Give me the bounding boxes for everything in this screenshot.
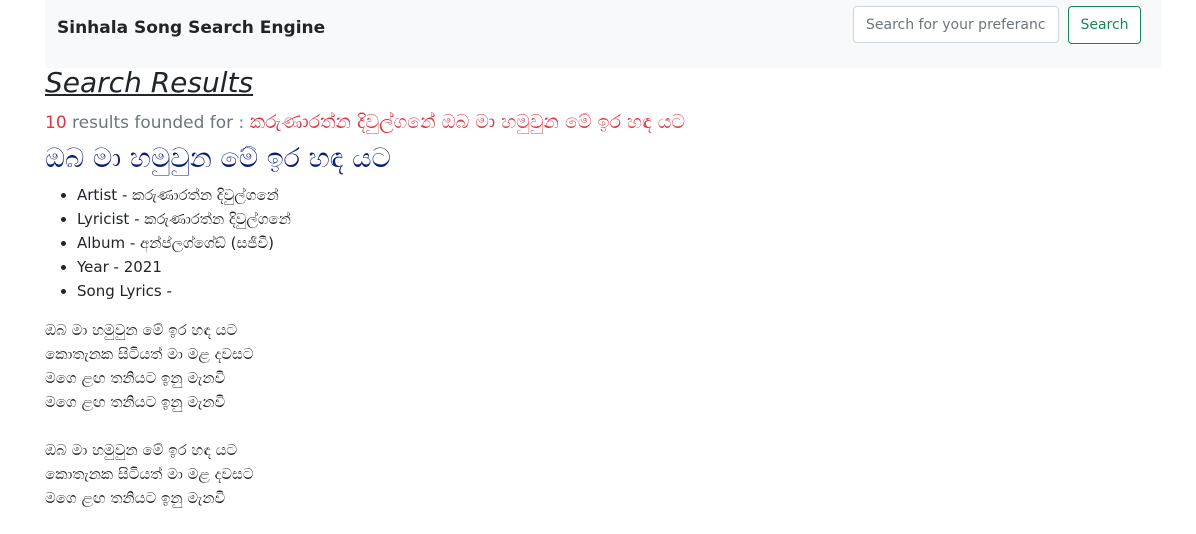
lyric-line: මගෙ ළඟ තනියට ඉනු මැනවී xyxy=(45,369,226,387)
song-lyrics: ඔබ මා හමුවුන මේ ඉර හඳ යට කොතැනක සිටියත් … xyxy=(45,318,254,510)
lyric-line: ඔබ මා හමුවුන මේ ඉර හඳ යට xyxy=(45,321,238,339)
song-artist: Artist - කරුණාරත්න දිවුල්ගනේ xyxy=(77,183,291,207)
navbar: Sinhala Song Search Engine Search xyxy=(45,0,1161,68)
song-lyrics-label: Song Lyrics - xyxy=(77,279,291,303)
lyric-line: මගෙ ළඟ තනියට ඉනු මැනවී xyxy=(45,489,226,507)
search-query: කරුණාරත්න දිවුල්ගනේ ඔබ මා හමුවුන මේ ඉර හ… xyxy=(249,111,686,133)
lyric-line: ඔබ මා හමුවුන මේ ඉර හඳ යට xyxy=(45,441,238,459)
song-metadata-list: Artist - කරුණාරත්න දිවුල්ගනේ Lyricist - … xyxy=(45,183,291,303)
song-lyricist: Lyricist - කරුණාරත්න දිවුල්ගනේ xyxy=(77,207,291,231)
search-input[interactable] xyxy=(853,6,1059,43)
lyric-line: කොතැනක සිටියත් මා මළ දවසට xyxy=(45,345,254,363)
results-summary: 10 results founded for : කරුණාරත්න දිවුල… xyxy=(45,111,685,133)
lyric-line: මගෙ ළඟ තනියට ඉනු මැනවී xyxy=(45,393,226,411)
search-results-heading: Search Results xyxy=(45,66,254,99)
search-button[interactable]: Search xyxy=(1068,6,1141,44)
results-count: 10 xyxy=(45,113,67,133)
song-album: Album - අන්ප්ලග්ගේඩ් (සජීවී) xyxy=(77,231,291,255)
results-founded-text: results founded for : xyxy=(72,113,245,133)
brand-title[interactable]: Sinhala Song Search Engine xyxy=(57,18,325,38)
stanza-gap xyxy=(45,414,254,438)
lyric-line: කොතැනක සිටියත් මා මළ දවසට xyxy=(45,465,254,483)
song-year: Year - 2021 xyxy=(77,255,291,279)
song-title: ඔබ මා හමුවුන මේ ඉර හඳ යට xyxy=(45,143,391,174)
